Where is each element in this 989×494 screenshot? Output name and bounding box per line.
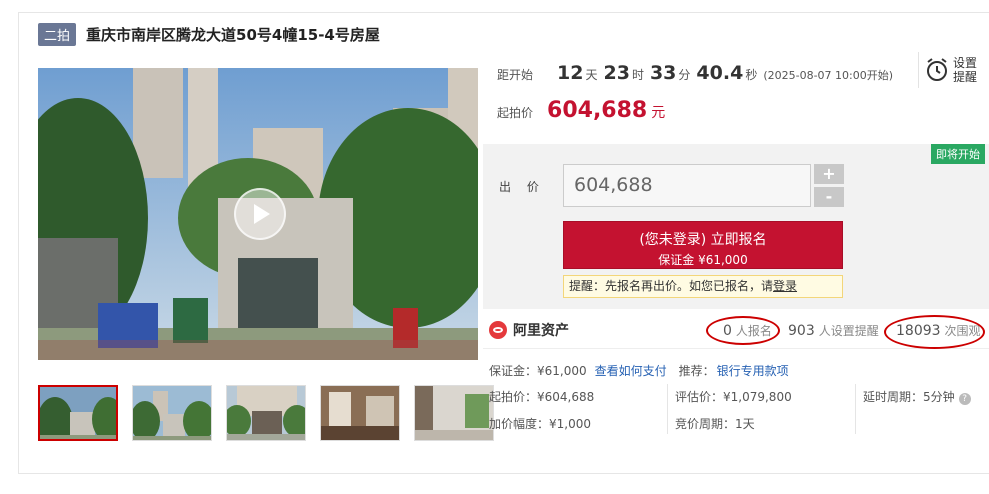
start-time: (2025-08-07 10:00开始) [763, 69, 894, 82]
divider [855, 384, 856, 434]
thumbnail-5[interactable] [414, 385, 494, 441]
reminder-count: 903 人设置提醒 [788, 322, 879, 339]
annotation-circle-signups [706, 316, 780, 345]
countdown-seconds-unit: 秒 [745, 68, 758, 82]
bid-box: 即将开始 出 价 604,688 + - (您未登录) 立即报名 保证金 ¥61… [483, 144, 989, 309]
countdown-hours: 23 [603, 62, 630, 84]
countdown: 距开始 12 天 23 时 33 分 40.4 秒 (2025-08-07 10… [497, 62, 893, 84]
thumbnail-3[interactable] [226, 385, 306, 441]
platform-logo[interactable]: 阿里资产 [489, 320, 569, 340]
bank-loan-link[interactable]: 银行专用款项 [717, 362, 789, 379]
info-appraisal: 评估价：¥1,079,800 [675, 390, 792, 404]
countdown-days: 12 [557, 62, 584, 84]
signup-tip: 提醒：先报名再出价。如您已报名，请登录 [563, 275, 843, 298]
countdown-label: 距开始 [497, 68, 534, 82]
increase-bid-button[interactable]: + [814, 164, 844, 184]
login-link[interactable]: 登录 [773, 279, 797, 293]
title-row: 二拍 重庆市南岸区腾龙大道50号4幢15-4号房屋 [38, 23, 380, 46]
countdown-minutes: 33 [649, 62, 677, 84]
page-title: 重庆市南岸区腾龙大道50号4幢15-4号房屋 [86, 26, 380, 44]
tip-text: 提醒：先报名再出价。如您已报名，请 [569, 279, 774, 293]
thumbnail-1[interactable] [38, 385, 118, 441]
remind-label-1: 设置 [953, 56, 978, 70]
thumbnail-strip [38, 385, 494, 441]
alarm-clock-icon [927, 58, 947, 81]
start-price-unit: 元 [651, 105, 666, 121]
round-tag: 二拍 [38, 23, 77, 46]
bid-stepper: + - [814, 164, 844, 210]
start-price-label: 起拍价 [497, 106, 534, 120]
bid-label: 出 价 [499, 180, 545, 194]
reminder-count-label: 人设置提醒 [818, 324, 879, 338]
countdown-days-unit: 天 [585, 68, 598, 82]
set-reminder-button[interactable]: 设置 提醒 [918, 52, 977, 88]
how-to-pay-link[interactable]: 查看如何支付 [595, 362, 667, 379]
decrease-bid-button[interactable]: - [814, 187, 844, 207]
countdown-hours-unit: 时 [631, 68, 644, 82]
ali-logo-icon [489, 321, 507, 339]
start-price-value: 604,688 [547, 98, 648, 123]
recommend-label: 推荐： [678, 364, 715, 378]
platform-name: 阿里资产 [513, 323, 569, 339]
bid-amount-input[interactable]: 604,688 [563, 164, 811, 207]
thumbnail-4[interactable] [320, 385, 400, 441]
play-video-button[interactable] [234, 188, 286, 240]
countdown-seconds: 40.4 [696, 62, 744, 84]
main-photo[interactable] [38, 68, 478, 360]
annotation-circle-views [884, 315, 985, 349]
info-start-price: 起拍价：¥604,688 [489, 390, 595, 404]
thumbnail-2[interactable] [132, 385, 212, 441]
info-increment: 加价幅度：¥1,000 [489, 417, 591, 431]
help-icon[interactable]: ? [958, 393, 971, 405]
start-price: 起拍价 604,688 元 [497, 98, 665, 123]
info-delay: 延时周期：5分钟? [863, 388, 971, 405]
reminder-count-value: 903 [788, 323, 815, 339]
info-cycle: 竞价周期：1天 [675, 417, 755, 431]
status-badge: 即将开始 [931, 144, 985, 164]
deposit-row: 保证金：¥61,000 查看如何支付 推荐： 银行专用款项 [489, 362, 789, 379]
info-delay-text: 延时周期：5分钟 [863, 390, 955, 404]
signup-label: (您未登录) 立即报名 [639, 232, 767, 248]
remind-label-2: 提醒 [953, 70, 978, 84]
deposit-text: 保证金：¥61,000 [489, 364, 587, 378]
deposit-label: 保证金 ¥61,000 [658, 253, 748, 267]
countdown-minutes-unit: 分 [678, 68, 691, 82]
signup-button[interactable]: (您未登录) 立即报名 保证金 ¥61,000 [563, 221, 843, 269]
divider [667, 384, 668, 434]
